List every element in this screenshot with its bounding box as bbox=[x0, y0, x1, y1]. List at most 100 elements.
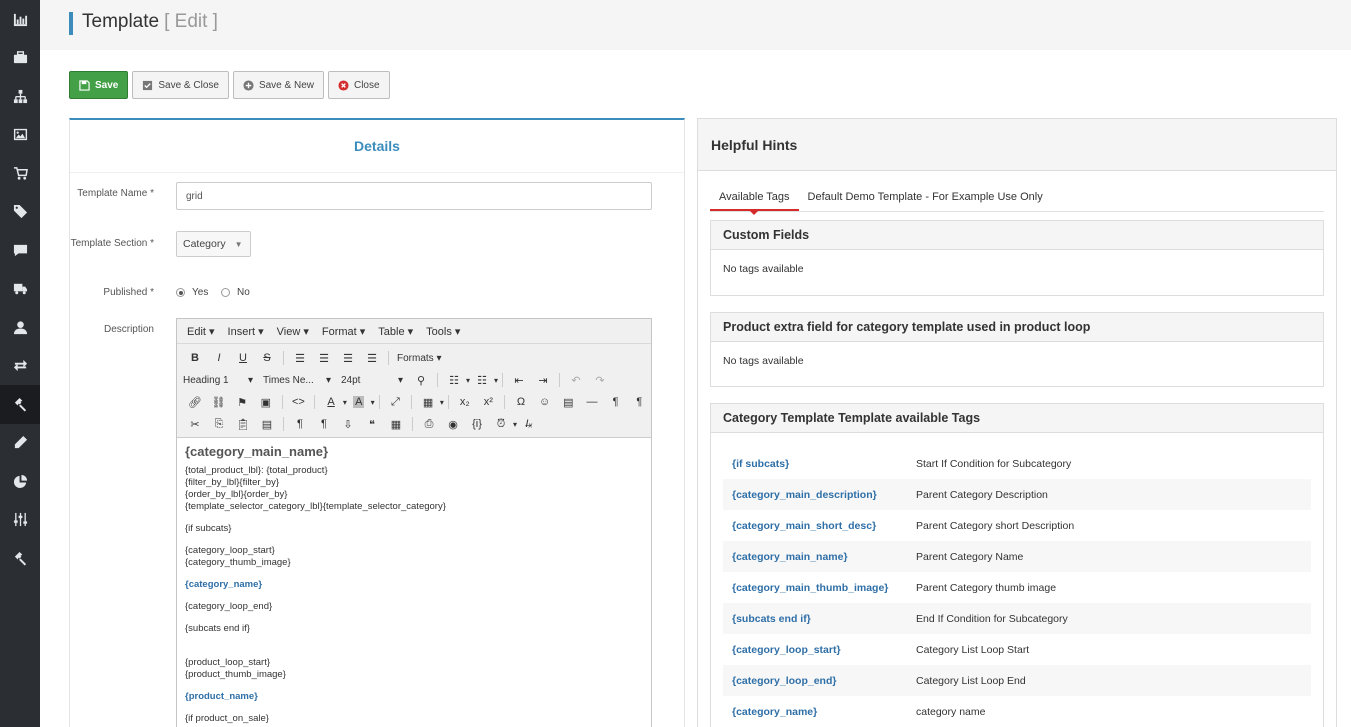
numbered-list-icon[interactable]: ☷ bbox=[470, 374, 494, 387]
paste-icon[interactable]: 📋︎ bbox=[231, 418, 255, 431]
save-new-button[interactable]: Save & New bbox=[232, 71, 324, 99]
print-icon[interactable]: ⎙ bbox=[417, 418, 441, 431]
subscript-icon[interactable]: x₂ bbox=[453, 396, 477, 408]
template-section-label: Template Section * bbox=[70, 238, 154, 249]
close-button[interactable]: Close bbox=[327, 71, 390, 99]
menu-view[interactable]: View ▾ bbox=[277, 325, 309, 338]
insert-image-icon[interactable]: ▣ bbox=[254, 396, 278, 409]
page-title: Template[ Edit ] bbox=[82, 11, 218, 32]
text-color-icon[interactable]: A bbox=[319, 396, 343, 408]
image-icon[interactable] bbox=[0, 116, 40, 155]
truck-icon[interactable] bbox=[0, 270, 40, 309]
clear-format-icon[interactable]: I̶ₓ bbox=[517, 418, 541, 430]
unlink-icon[interactable]: ⛓ bbox=[207, 396, 231, 409]
bar-chart-icon[interactable] bbox=[0, 0, 40, 39]
template-icon[interactable]: ⇩ bbox=[336, 418, 360, 431]
copy-icon[interactable]: ⎘ bbox=[207, 418, 231, 431]
media-icon[interactable]: ▤ bbox=[556, 396, 580, 409]
bookmark-icon[interactable]: ⚑ bbox=[230, 396, 254, 409]
menu-tools[interactable]: Tools ▾ bbox=[426, 325, 460, 338]
published-yes-radio[interactable]: Yes bbox=[176, 287, 208, 298]
product-extra-body: No tags available bbox=[723, 355, 804, 367]
paste-text-icon[interactable]: ▤ bbox=[255, 418, 279, 431]
save-close-button[interactable]: Save & Close bbox=[132, 71, 229, 99]
editor-content[interactable]: {category_main_name} {total_product_lbl}… bbox=[177, 438, 651, 727]
emoticon-icon[interactable]: ☺ bbox=[533, 396, 557, 408]
custom-fields-title: Custom Fields bbox=[711, 221, 1323, 250]
save-button[interactable]: Save bbox=[69, 71, 129, 99]
underline-icon[interactable]: U bbox=[231, 352, 255, 364]
italic-icon[interactable]: I bbox=[207, 352, 231, 364]
nonbreaking-icon[interactable]: ▦ bbox=[384, 418, 408, 431]
indent-icon[interactable]: ⇥ bbox=[531, 374, 555, 387]
source-code-icon[interactable]: {i} bbox=[465, 418, 489, 430]
category-tags-title: Category Template Template available Tag… bbox=[711, 404, 1323, 433]
published-label: Published * bbox=[103, 287, 154, 298]
menu-insert[interactable]: Insert ▾ bbox=[228, 325, 264, 338]
exchange-icon[interactable] bbox=[0, 347, 40, 386]
formats-dropdown[interactable]: Formats ▾ bbox=[397, 353, 441, 364]
undo-icon[interactable]: ↶ bbox=[564, 374, 588, 387]
blockquote-icon[interactable]: ❝ bbox=[360, 418, 384, 431]
radio-dot bbox=[176, 288, 185, 297]
briefcase-icon[interactable] bbox=[0, 39, 40, 78]
template-section-select[interactable]: Category ▼ bbox=[176, 231, 251, 257]
find-icon[interactable]: ⚲ bbox=[409, 374, 433, 387]
content-loop-end: {category_loop_end} bbox=[185, 601, 273, 612]
helpful-hints-panel: Helpful Hints Available Tags Default Dem… bbox=[697, 118, 1337, 727]
preview-icon[interactable]: ◉ bbox=[441, 418, 465, 431]
bold-icon[interactable]: B bbox=[183, 352, 207, 364]
font-dropdown[interactable]: Times Ne... ▾ bbox=[259, 375, 337, 386]
bullet-list-icon[interactable]: ☷ bbox=[442, 374, 466, 387]
background-color-icon[interactable]: A bbox=[347, 396, 371, 408]
horizontal-rule-icon[interactable]: — bbox=[580, 396, 604, 408]
clock-icon[interactable]: ⏰︎ bbox=[489, 418, 513, 431]
content-category-name: {category_name} bbox=[185, 579, 263, 590]
toolbar-row-2: Heading 1 ▾ Times Ne... ▾ 24pt ▾ ⚲ ☷ ▾ ☷ ▾ ⇤ … bbox=[177, 369, 651, 391]
link-icon[interactable]: 🔗︎ bbox=[183, 396, 207, 409]
font-size-dropdown[interactable]: 24pt ▾ bbox=[337, 375, 409, 386]
cut-icon[interactable]: ✂ bbox=[183, 418, 207, 431]
show-blocks-icon[interactable]: ¶ bbox=[288, 418, 312, 430]
strikethrough-icon[interactable]: S bbox=[255, 352, 279, 364]
visual-chars-icon[interactable]: ¶ bbox=[312, 418, 336, 430]
table-row: {category_main_short_desc} Parent Categor… bbox=[732, 519, 1075, 532]
menu-format[interactable]: Format ▾ bbox=[322, 325, 365, 338]
table-row: {category_main_description} Parent Catego… bbox=[723, 479, 1311, 510]
fullscreen-icon[interactable]: ⤢ bbox=[384, 396, 408, 409]
outdent-icon[interactable]: ⇤ bbox=[507, 374, 531, 387]
tab-default-demo-template[interactable]: Default Demo Template - For Example Use … bbox=[799, 188, 1052, 211]
tag-icon[interactable] bbox=[0, 193, 40, 232]
special-char-icon[interactable]: Ω bbox=[509, 396, 533, 408]
code-icon[interactable]: <> bbox=[287, 396, 311, 408]
align-right-icon[interactable]: ☰ bbox=[336, 352, 360, 365]
description-label: Description bbox=[103, 324, 154, 335]
align-center-icon[interactable]: ☰ bbox=[312, 352, 336, 365]
user-icon[interactable] bbox=[0, 308, 40, 347]
template-name-input[interactable]: grid bbox=[176, 182, 652, 210]
redo-icon[interactable]: ↷ bbox=[588, 374, 612, 387]
heading-dropdown[interactable]: Heading 1 ▾ bbox=[183, 375, 259, 386]
menu-edit[interactable]: Edit ▾ bbox=[187, 325, 215, 338]
table-row: {category_loop_start} Category List Loop … bbox=[732, 643, 1030, 656]
tab-available-tags[interactable]: Available Tags bbox=[710, 188, 799, 215]
align-left-icon[interactable]: ☰ bbox=[288, 352, 312, 365]
cart-icon[interactable] bbox=[0, 154, 40, 193]
align-justify-icon[interactable]: ☰ bbox=[360, 352, 384, 365]
rtl-icon[interactable]: ¶ bbox=[627, 396, 651, 408]
hammer-icon[interactable] bbox=[0, 385, 40, 424]
gavel-icon[interactable] bbox=[0, 539, 40, 578]
published-no-radio[interactable]: No bbox=[221, 287, 250, 298]
ltr-icon[interactable]: ¶ bbox=[604, 396, 628, 408]
table-icon[interactable]: ▦ bbox=[416, 396, 440, 409]
custom-fields-box: Custom Fields No tags available bbox=[710, 220, 1324, 296]
pie-chart-icon[interactable] bbox=[0, 462, 40, 501]
pencil-icon[interactable] bbox=[0, 424, 40, 463]
floppy-icon bbox=[79, 79, 90, 91]
comment-icon[interactable] bbox=[0, 231, 40, 270]
menu-table[interactable]: Table ▾ bbox=[378, 325, 413, 338]
table-row: {category_main_thumb_image} Parent Catego… bbox=[732, 581, 1057, 594]
sliders-icon[interactable] bbox=[0, 501, 40, 540]
superscript-icon[interactable]: x² bbox=[477, 396, 501, 408]
sitemap-icon[interactable] bbox=[0, 77, 40, 116]
